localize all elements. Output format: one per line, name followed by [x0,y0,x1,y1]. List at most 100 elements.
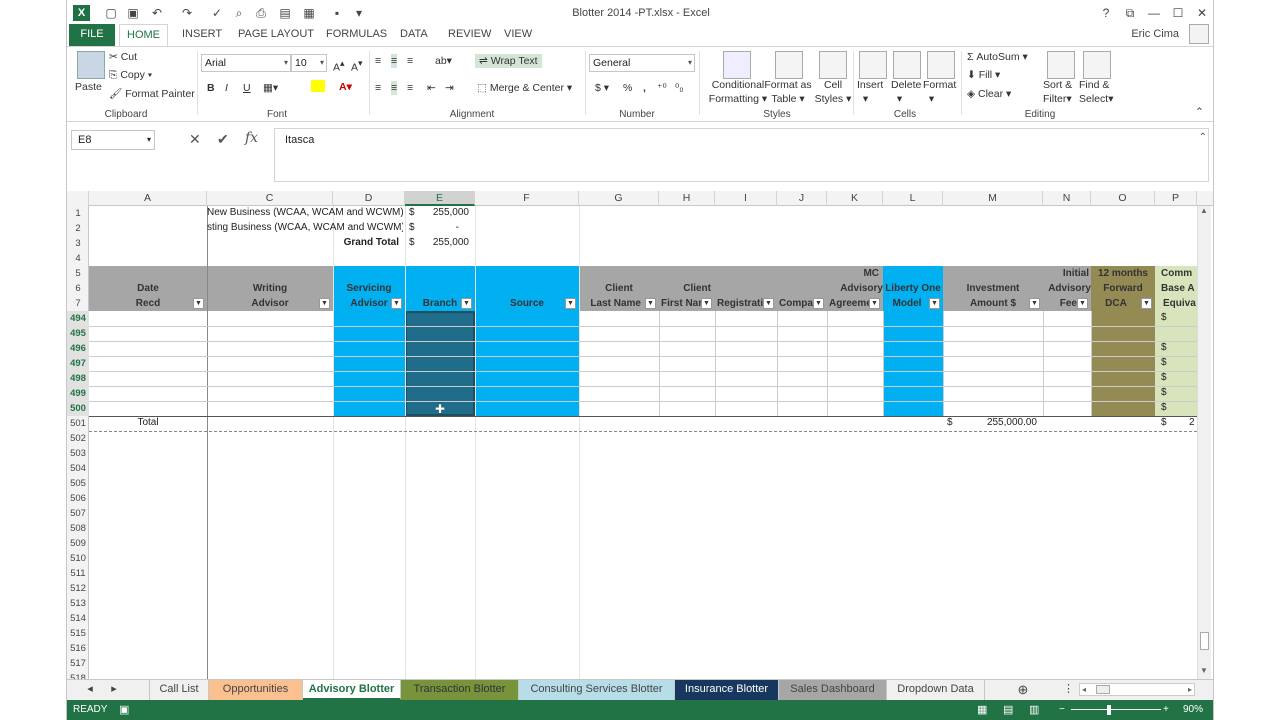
filter-dropdown-icon[interactable]: ▼ [1077,298,1088,309]
font-size-dropdown[interactable]: 10 ▾ [291,54,327,72]
bold-button[interactable]: B [207,81,215,95]
comma-button[interactable]: , [643,81,646,95]
row-header[interactable]: 516 [67,641,89,656]
row-header[interactable]: 514 [67,611,89,626]
scroll-down-icon[interactable]: ▼ [1200,666,1208,675]
tab-file[interactable]: FILE [69,24,115,46]
insert-button[interactable]: Insert ▾ [857,78,883,106]
grow-font-icon[interactable]: A▴ [333,56,344,75]
column-header[interactable]: D [333,191,405,206]
column-header[interactable]: F [475,191,579,206]
row-header[interactable]: 510 [67,551,89,566]
sheet-tab-advisory-blotter[interactable]: Advisory Blotter [303,680,401,700]
fill-color-icon[interactable] [311,80,325,92]
hscroll-thumb[interactable] [1096,685,1110,694]
cell-styles-button[interactable]: Cell Styles ▾ [813,78,853,106]
align-left-icon[interactable]: ≡ [375,81,381,95]
italic-button[interactable]: I [225,81,228,95]
row-header[interactable]: 1 [67,206,89,221]
sheet-tab-dropdown-data[interactable]: Dropdown Data [887,680,985,700]
zoom-slider-thumb[interactable] [1107,705,1111,715]
row-header[interactable]: 508 [67,521,89,536]
row-header[interactable]: 6 [67,281,89,296]
hscroll-left-icon[interactable]: ◂ [1082,684,1086,696]
column-header-selected[interactable]: E [405,191,475,206]
tab-review[interactable]: REVIEW [441,24,498,46]
row-header[interactable]: 512 [67,581,89,596]
autosum-button[interactable]: Σ AutoSum ▾ [967,50,1028,64]
tab-home[interactable]: HOME [119,24,168,46]
decrease-decimal-icon[interactable]: ⁰₀ [675,81,684,95]
row-header[interactable]: 509 [67,536,89,551]
font-name-dropdown[interactable]: Arial ▾ [201,54,291,72]
align-center-icon[interactable]: ≡ [391,81,398,95]
help-button[interactable]: ? [1095,4,1117,22]
row-header[interactable]: 2 [67,221,89,236]
clear-button[interactable]: ◈ Clear ▾ [967,87,1011,101]
row-header-selected[interactable]: 499 [67,386,89,401]
paste-button[interactable]: Paste [75,80,102,94]
page-layout-view-icon[interactable]: ▤ [1003,700,1013,720]
format-painter-button[interactable]: 🖌 Format Painter [109,87,195,101]
scroll-tabs-right-icon[interactable]: ▸ [105,680,123,700]
row-header[interactable]: 517 [67,656,89,671]
sheet-tab-call-list[interactable]: Call List [149,680,209,700]
column-header[interactable]: O [1091,191,1155,206]
filter-dropdown-icon[interactable]: ▼ [391,298,402,309]
horizontal-scrollbar[interactable]: ◂ ▸ [1079,683,1195,696]
delete-button[interactable]: Delete ▾ [891,78,921,106]
top-align-icon[interactable]: ≡ [375,54,381,68]
column-header[interactable]: P [1155,191,1197,206]
filter-dropdown-icon[interactable]: ▼ [565,298,576,309]
macro-record-icon[interactable]: ▣ [119,700,129,720]
sheet-tab-opportunities[interactable]: Opportunities [209,680,303,700]
column-header[interactable]: K [827,191,883,206]
paste-icon[interactable] [77,51,105,79]
minimize-button[interactable]: — [1143,4,1165,22]
filter-dropdown-icon[interactable]: ▼ [319,298,330,309]
filter-dropdown-icon[interactable]: ▼ [1029,298,1040,309]
filter-dropdown-icon[interactable]: ▼ [869,298,880,309]
tab-formulas[interactable]: FORMULAS [319,24,394,46]
column-header[interactable]: M [943,191,1043,206]
format-button[interactable]: Format ▾ [923,78,956,106]
filter-dropdown-icon[interactable]: ▼ [763,298,774,309]
row-header-selected[interactable]: 498 [67,371,89,386]
column-header[interactable]: J [777,191,827,206]
filter-dropdown-icon[interactable]: ▼ [929,298,940,309]
user-name[interactable]: Eric Cima [1131,26,1179,42]
commission-cell[interactable]: $ [1161,341,1167,355]
borders-icon[interactable]: ▦▾ [263,81,278,95]
expand-formula-icon[interactable]: ⌃ [1199,132,1207,143]
row-header[interactable]: 506 [67,491,89,506]
avatar[interactable] [1189,24,1209,44]
maximize-button[interactable]: ☐ [1167,4,1189,22]
tab-page-layout[interactable]: PAGE LAYOUT [231,24,321,46]
find-select-button[interactable]: Find & Select▾ [1079,78,1113,106]
sheet-tab-insurance-blotter[interactable]: Insurance Blotter [675,680,779,700]
cancel-icon[interactable]: ✕ [189,131,201,148]
commission-cell[interactable]: $ [1161,311,1167,325]
zoom-level[interactable]: 90% [1183,700,1203,720]
format-as-table-button[interactable]: Format as Table ▾ [763,78,813,106]
row-header[interactable]: 504 [67,461,89,476]
ribbon-display-button[interactable]: ⧉ [1119,4,1141,22]
row-header[interactable]: 503 [67,446,89,461]
row-header-selected[interactable]: 495 [67,326,89,341]
increase-indent-icon[interactable]: ⇥ [445,81,454,95]
row-header[interactable]: 501 [67,416,89,431]
font-color-icon[interactable]: A▾ [339,80,352,94]
scroll-thumb[interactable] [1200,632,1209,650]
cell-styles-icon[interactable] [819,51,847,79]
row-header[interactable]: 3 [67,236,89,251]
normal-view-icon[interactable]: ▦ [977,700,987,720]
underline-button[interactable]: U [243,81,251,95]
sort-filter-button[interactable]: Sort & Filter▾ [1043,78,1072,106]
find-select-icon[interactable] [1083,51,1111,79]
row-header-selected[interactable]: 497 [67,356,89,371]
commission-cell[interactable]: $ [1161,386,1167,400]
column-header[interactable]: I [715,191,777,206]
commission-cell[interactable]: $ [1161,356,1167,370]
increase-decimal-icon[interactable]: ⁺⁰ [657,81,667,95]
row-header[interactable]: 518 [67,671,89,679]
